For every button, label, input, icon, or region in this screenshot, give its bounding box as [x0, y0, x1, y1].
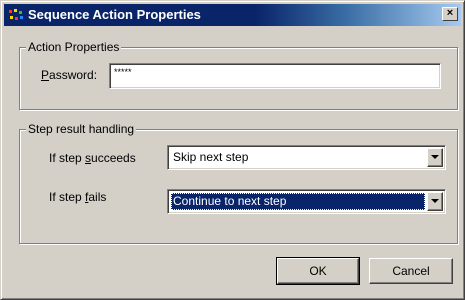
step-result-handling-group-label: Step result handling — [26, 122, 137, 136]
if-step-fails-label: If step fails — [49, 190, 107, 204]
password-field[interactable]: ***** — [109, 63, 441, 89]
chevron-down-icon[interactable] — [427, 192, 443, 211]
close-button[interactable]: × — [442, 7, 458, 21]
if-step-fails-value: Continue to next step — [171, 193, 425, 210]
password-label: Password: — [41, 68, 98, 82]
close-icon: × — [446, 7, 454, 19]
chevron-down-icon[interactable] — [427, 148, 443, 167]
if-step-succeeds-label: If step succeeds — [49, 151, 136, 165]
sequence-action-properties-dialog: Sequence Action Properties × Action Prop… — [0, 0, 465, 300]
ok-button[interactable]: OK — [276, 257, 360, 285]
if-step-succeeds-value: Skip next step — [173, 150, 249, 164]
if-step-fails-select[interactable]: Continue to next step — [167, 189, 446, 214]
cancel-button[interactable]: Cancel — [369, 258, 453, 284]
sequence-app-icon — [9, 9, 23, 20]
window-title: Sequence Action Properties — [28, 7, 201, 22]
title-bar[interactable]: Sequence Action Properties × — [4, 4, 461, 26]
action-properties-group-label: Action Properties — [26, 40, 122, 54]
if-step-succeeds-select[interactable]: Skip next step — [167, 145, 446, 170]
